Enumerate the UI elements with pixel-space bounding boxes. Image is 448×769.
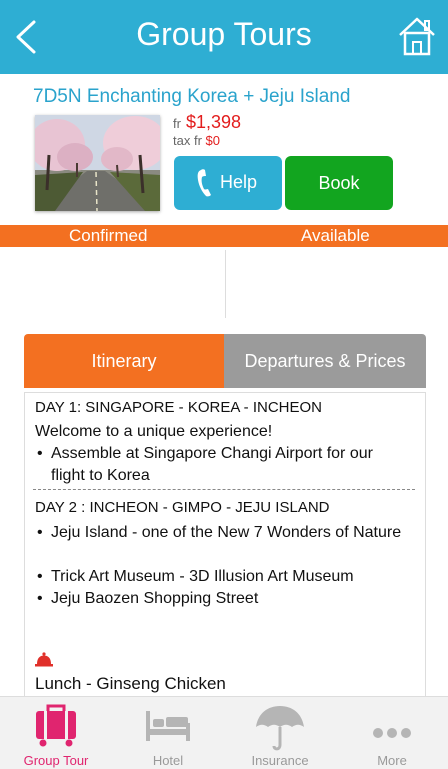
status-confirmed: Confirmed: [69, 226, 148, 245]
tab-departures-prices[interactable]: Departures & Prices: [224, 334, 426, 388]
divider: [225, 250, 226, 318]
price-prefix: fr: [173, 116, 181, 131]
nav-more[interactable]: More: [336, 697, 448, 769]
status-available: Available: [301, 226, 370, 245]
nav-more-label: More: [377, 753, 407, 768]
help-button[interactable]: Help: [174, 156, 282, 210]
luggage-icon: [36, 704, 76, 747]
day1-intro: Welcome to a unique experience!: [35, 423, 273, 440]
tour-title: 7D5N Enchanting Korea + Jeju Island: [33, 86, 351, 107]
price: fr $1,398: [173, 112, 241, 133]
section-divider: [33, 489, 415, 490]
book-button[interactable]: Book: [285, 156, 393, 210]
more-dots-icon: [373, 728, 411, 738]
tour-photo: [35, 115, 160, 211]
meal-bell-icon: [35, 652, 53, 667]
price-value: $1,398: [185, 112, 242, 132]
nav-hotel[interactable]: Hotel: [112, 697, 224, 769]
top-bar: Group Tours: [0, 0, 448, 74]
day2-heading: DAY 2 : INCHEON - GIMPO - JEJU ISLAND: [35, 499, 330, 516]
bed-icon: [146, 711, 190, 741]
umbrella-icon: [256, 706, 304, 751]
day1-heading: DAY 1: SINGAPORE - KOREA - INCHEON: [35, 399, 323, 416]
home-icon[interactable]: [398, 16, 436, 56]
page-title: Group Tours: [136, 16, 312, 52]
tax-value: $0: [205, 133, 220, 148]
itinerary-content[interactable]: DAY 1: SINGAPORE - KOREA - INCHEON Welco…: [24, 392, 426, 697]
phone-icon: [197, 169, 211, 197]
help-label: Help: [220, 172, 258, 192]
tab-itinerary[interactable]: Itinerary: [24, 334, 224, 388]
nav-insurance[interactable]: Insurance: [224, 697, 336, 769]
bottom-nav: Group Tour Hotel Insurance More: [0, 696, 448, 769]
nav-insurance-label: Insurance: [251, 753, 309, 768]
nav-group-tour-label: Group Tour: [23, 753, 89, 768]
tax: tax fr $0: [173, 133, 220, 148]
nav-hotel-label: Hotel: [152, 753, 184, 768]
nav-group-tour[interactable]: Group Tour: [0, 697, 112, 769]
status-bar: Confirmed Available: [0, 225, 448, 247]
tax-label: tax fr: [173, 133, 202, 148]
day2-meal: Lunch - Ginseng Chicken: [35, 674, 226, 693]
